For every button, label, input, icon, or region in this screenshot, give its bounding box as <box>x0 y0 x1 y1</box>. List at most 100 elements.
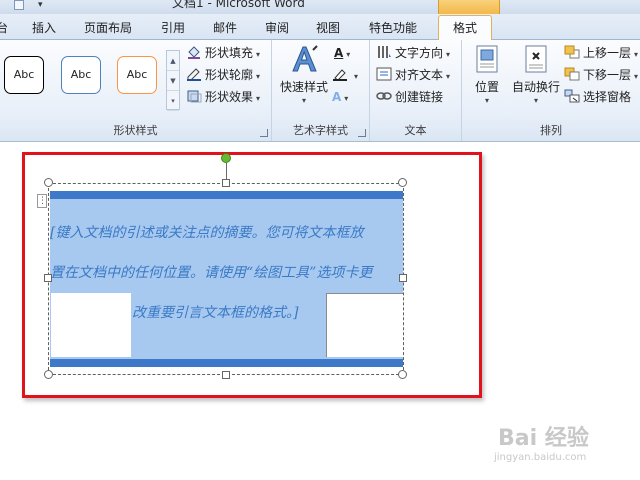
text-outline-icon <box>332 67 348 81</box>
resize-handle-bottom[interactable] <box>222 371 230 379</box>
text-outline-button[interactable]: ▾ <box>332 65 358 85</box>
shape-effect-button[interactable]: 形状效果 ▾ <box>186 87 260 107</box>
resize-handle-top-left[interactable] <box>44 178 53 187</box>
tab-page-layout[interactable]: 页面布局 <box>84 18 132 38</box>
quote-text-line-1[interactable]: [键入文档的引述或关注点的摘要。您可将文本框放 <box>50 222 363 242</box>
group-wordart-styles: 快速样式 ▾ A ▾ ▾ A ▾ 艺术字样式 <box>272 40 370 141</box>
chevron-down-icon: ▾ <box>256 94 261 103</box>
shape-effect-icon <box>186 89 202 103</box>
chevron-down-icon: ▾ <box>484 96 489 105</box>
tab-review[interactable]: 审阅 <box>265 18 289 38</box>
create-link-button[interactable]: 创建链接 <box>376 87 443 107</box>
tab-insert[interactable]: 插入 <box>32 18 56 38</box>
ribbon-body: Abc Abc Abc ▲ ▼ ▾ 形状填充 ▾ 形状轮廓 ▾ 形状效果 ▾ 形状样式 <box>0 40 640 142</box>
selection-pane-icon <box>564 89 580 103</box>
tab-mailings[interactable]: 邮件 <box>213 18 237 38</box>
gallery-more-icon[interactable]: ▾ <box>167 91 179 111</box>
text-direction-button[interactable]: 文字方向 ▾ <box>376 43 450 63</box>
wordart-a-icon <box>289 44 319 74</box>
position-icon <box>472 44 502 74</box>
chevron-down-icon: ▾ <box>446 72 451 81</box>
paint-bucket-icon <box>186 45 202 59</box>
quick-access-dropdown-icon[interactable]: ▾ <box>38 0 43 10</box>
dialog-launcher-icon[interactable] <box>358 129 366 137</box>
align-text-label: 对齐文本 <box>395 68 444 82</box>
text-box-blank-left <box>51 293 131 357</box>
send-backward-label: 下移一层 <box>583 68 632 82</box>
bring-forward-icon <box>564 45 580 59</box>
quick-styles-button[interactable]: 快速样式 ▾ <box>278 44 330 105</box>
send-backward-icon <box>564 67 580 81</box>
ribbon-tabs: 台 插入 页面布局 引用 邮件 审阅 视图 特色功能 格式 <box>0 14 640 41</box>
text-fill-button[interactable]: A ▾ <box>334 43 350 63</box>
group-shape-styles: Abc Abc Abc ▲ ▼ ▾ 形状填充 ▾ 形状轮廓 ▾ 形状效果 ▾ 形状样式 <box>0 40 272 141</box>
layout-options-icon[interactable]: ⋮ <box>37 194 47 208</box>
shape-style-preset-1[interactable]: Abc <box>4 56 44 94</box>
shape-outline-button[interactable]: 形状轮廓 ▾ <box>186 65 260 85</box>
chevron-down-icon: ▾ <box>256 72 261 81</box>
send-backward-button[interactable]: 下移一层 ▾ <box>564 65 638 85</box>
rotation-handle[interactable] <box>221 153 231 163</box>
text-direction-label: 文字方向 <box>395 46 444 60</box>
text-effect-button[interactable]: A ▾ <box>332 87 348 107</box>
resize-handle-bottom-left[interactable] <box>44 370 53 379</box>
drawing-tools-context-header <box>438 0 500 14</box>
text-direction-icon <box>376 45 392 59</box>
resize-handle-right[interactable] <box>399 274 407 282</box>
chevron-down-icon: ▾ <box>634 72 639 81</box>
text-fill-icon: A <box>334 46 344 60</box>
create-link-label: 创建链接 <box>395 90 444 104</box>
dialog-launcher-icon[interactable] <box>260 129 268 137</box>
style-gallery-scroller[interactable]: ▲ ▼ ▾ <box>166 50 180 111</box>
align-text-icon <box>376 67 392 81</box>
tab-format[interactable]: 格式 <box>438 15 493 41</box>
text-box-blank-right <box>326 293 403 357</box>
resize-handle-bottom-right[interactable] <box>398 370 407 379</box>
chevron-down-icon: ▾ <box>344 94 349 103</box>
chevron-down-icon: ▾ <box>446 50 451 59</box>
chevron-down-icon: ▾ <box>301 96 306 105</box>
window-title: 文档1 - Microsoft Word <box>172 0 305 10</box>
wrap-text-icon <box>521 44 551 74</box>
shape-style-preset-2[interactable]: Abc <box>61 56 101 94</box>
tab-special-features[interactable]: 特色功能 <box>369 18 417 38</box>
pen-outline-icon <box>186 67 202 81</box>
shape-style-preset-3[interactable]: Abc <box>117 56 157 94</box>
text-effect-icon: A <box>332 90 342 104</box>
resize-handle-top-right[interactable] <box>398 178 407 187</box>
chevron-down-icon: ▾ <box>354 72 359 81</box>
resize-handle-top[interactable] <box>222 179 230 187</box>
shape-fill-button[interactable]: 形状填充 ▾ <box>186 43 260 63</box>
quote-text-line-3[interactable]: 改重要引言文本框的格式。] <box>132 302 298 322</box>
selection-pane-button[interactable]: 选择窗格 <box>564 87 631 107</box>
arrange-label: 排列 <box>540 124 562 137</box>
wordart-styles-label: 艺术字样式 <box>293 124 348 137</box>
text-group-label: 文本 <box>404 124 427 137</box>
position-button[interactable]: 位置 ▾ <box>470 44 504 105</box>
quote-text-line-2[interactable]: 置在文档中的任何位置。请使用“绘图工具”选项卡更 <box>50 262 372 282</box>
text-box-top-bar <box>50 191 403 199</box>
title-bar: ▾ 文档1 - Microsoft Word <box>0 0 640 14</box>
wrap-text-button[interactable]: 自动换行 ▾ <box>510 44 562 105</box>
gallery-up-icon[interactable]: ▲ <box>167 51 179 71</box>
shape-outline-label: 形状轮廓 <box>205 68 254 82</box>
group-text: 文字方向 ▾ 对齐文本 ▾ 创建链接 文本 <box>370 40 462 141</box>
gallery-down-icon[interactable]: ▼ <box>167 71 179 91</box>
quick-access-icon[interactable] <box>14 0 24 10</box>
chevron-down-icon: ▾ <box>346 50 351 59</box>
tab-view[interactable]: 视图 <box>316 18 340 38</box>
watermark-url: jingyan.baidu.com <box>494 452 587 463</box>
tab-references[interactable]: 引用 <box>161 18 185 38</box>
chevron-down-icon: ▾ <box>634 50 639 59</box>
bring-forward-button[interactable]: 上移一层 ▾ <box>564 43 638 63</box>
chevron-down-icon: ▾ <box>256 50 261 59</box>
watermark-brand: Bai 经验 <box>498 426 589 451</box>
text-box-bottom-bar <box>50 359 403 367</box>
wrap-text-label: 自动换行 <box>511 80 560 94</box>
resize-handle-left[interactable] <box>44 274 52 282</box>
group-arrange: 位置 ▾ 自动换行 ▾ 上移一层 ▾ 下移一层 ▾ 选择窗格 排列 <box>462 40 640 141</box>
chevron-down-icon: ▾ <box>533 96 538 105</box>
align-text-button[interactable]: 对齐文本 ▾ <box>376 65 450 85</box>
tab-partial[interactable]: 台 <box>0 18 8 38</box>
chain-link-icon <box>376 89 392 103</box>
